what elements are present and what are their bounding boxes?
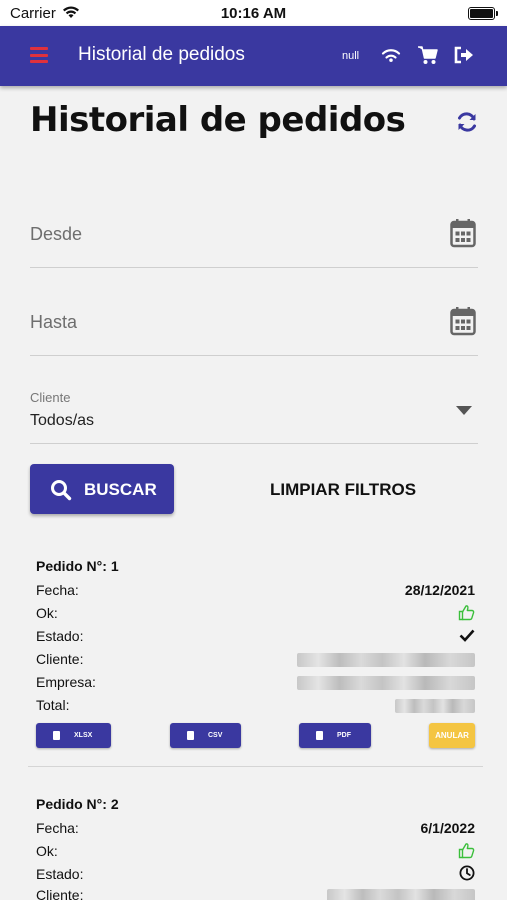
cart-icon[interactable]	[416, 44, 440, 66]
refresh-icon[interactable]	[455, 110, 479, 134]
page-title: Historial de pedidos	[30, 100, 406, 140]
divider	[28, 766, 483, 767]
check-icon	[459, 629, 475, 642]
ok-row: Ok:	[36, 605, 475, 627]
fecha-label: Fecha:	[36, 820, 79, 836]
order-header: Pedido N°: 1	[36, 558, 119, 574]
fecha-row: Fecha: 28/12/2021	[36, 582, 475, 604]
redacted-value	[327, 889, 475, 900]
battery-icon	[468, 7, 498, 20]
fecha-value: 28/12/2021	[404, 582, 475, 598]
pdf-label: PDF	[337, 732, 351, 739]
export-csv-button[interactable]: CSV	[170, 723, 241, 748]
order-card: Pedido N°: 1 Fecha: 28/12/2021 Ok: Estad…	[28, 558, 483, 758]
status-bar: Carrier 10:16 AM	[0, 0, 507, 26]
redacted-value	[297, 653, 475, 667]
thumbs-up-icon	[458, 605, 475, 621]
order-header: Pedido N°: 2	[36, 796, 119, 812]
estado-row: Estado:	[36, 865, 475, 888]
fecha-value: 6/1/2022	[420, 820, 476, 836]
cliente-row: Cliente:	[36, 651, 475, 673]
search-button[interactable]: BUSCAR	[30, 464, 174, 514]
thumbs-up-icon	[458, 843, 475, 859]
calendar-icon[interactable]	[450, 218, 476, 248]
fecha-label: Fecha:	[36, 582, 79, 598]
desde-placeholder: Desde	[30, 224, 83, 244]
file-icon	[316, 731, 323, 740]
estado-label: Estado:	[36, 866, 84, 882]
xlsx-label: XLSX	[74, 732, 93, 739]
estado-row: Estado:	[36, 628, 475, 650]
estado-label: Estado:	[36, 628, 84, 644]
wifi-icon[interactable]	[379, 44, 403, 66]
app-bar-title: Historial de pedidos	[78, 44, 245, 65]
csv-label: CSV	[208, 732, 223, 739]
cliente-select[interactable]: Cliente Todos/as	[30, 390, 478, 444]
hasta-date-field[interactable]: Hasta	[30, 300, 478, 356]
export-xlsx-button[interactable]: XLSX	[36, 723, 111, 748]
ok-row: Ok:	[36, 843, 475, 865]
file-icon	[53, 731, 60, 740]
ok-label: Ok:	[36, 843, 58, 859]
file-icon	[187, 731, 194, 740]
redacted-value	[395, 699, 475, 713]
total-row: Total:	[36, 697, 475, 719]
chevron-down-icon[interactable]	[456, 406, 472, 415]
hamburger-menu-icon[interactable]	[30, 47, 48, 63]
logout-icon[interactable]	[452, 44, 476, 66]
search-icon	[51, 480, 72, 501]
clear-filters-button[interactable]: LIMPIAR FILTROS	[236, 480, 450, 500]
cliente-row: Cliente:	[36, 887, 475, 900]
desde-date-field[interactable]: Desde	[30, 212, 478, 268]
cliente-row-label: Cliente:	[36, 651, 84, 667]
ok-label: Ok:	[36, 605, 58, 621]
calendar-icon[interactable]	[450, 306, 476, 336]
export-pdf-button[interactable]: PDF	[299, 723, 371, 748]
clock-icon	[459, 865, 475, 881]
user-label: null	[342, 50, 360, 62]
app-bar: Historial de pedidos null	[0, 26, 507, 86]
cliente-row-label: Cliente:	[36, 887, 84, 900]
cliente-label: Cliente	[30, 390, 71, 405]
redacted-value	[297, 676, 475, 690]
empresa-label: Empresa:	[36, 674, 96, 690]
empresa-row: Empresa:	[36, 674, 475, 696]
order-card: Pedido N°: 2 Fecha: 6/1/2022 Ok: Estado:…	[28, 796, 483, 900]
cliente-value: Todos/as	[30, 412, 95, 429]
fecha-row: Fecha: 6/1/2022	[36, 820, 475, 842]
cancel-order-button[interactable]: ANULAR	[429, 723, 475, 748]
total-label: Total:	[36, 697, 70, 713]
hasta-placeholder: Hasta	[30, 312, 78, 332]
clock: 10:16 AM	[220, 5, 287, 22]
search-button-label: BUSCAR	[84, 480, 157, 499]
